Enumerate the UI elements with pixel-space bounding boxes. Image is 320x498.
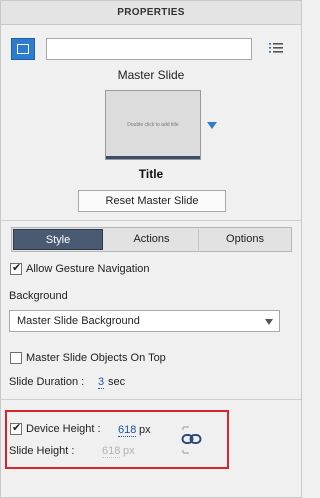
slide-height-value: 618: [102, 445, 121, 458]
device-height-unit: px: [139, 424, 151, 436]
properties-panel: PROPERTIES Master Slide Double click to …: [0, 0, 302, 498]
property-tabs: Style Actions Options: [11, 227, 292, 252]
divider: [1, 220, 301, 221]
master-slide-label: Master Slide: [117, 68, 185, 82]
background-select-value: Master Slide Background: [17, 315, 140, 327]
slide-duration-value[interactable]: 3: [98, 376, 105, 389]
master-slide-name: Title: [138, 167, 164, 181]
chevron-down-icon: [265, 319, 273, 325]
master-objects-label: Master Slide Objects On Top: [26, 352, 166, 364]
allow-gesture-checkbox[interactable]: ✔: [10, 262, 22, 275]
chain-link-icon[interactable]: [181, 426, 203, 454]
panel-header: PROPERTIES: [1, 1, 301, 25]
panel-title: PROPERTIES: [117, 7, 185, 18]
divider: [1, 399, 301, 400]
device-height-label: Device Height :: [26, 423, 101, 435]
background-select[interactable]: Master Slide Background: [9, 310, 280, 332]
master-objects-checkbox[interactable]: [10, 352, 22, 364]
slide-height-unit: px: [123, 445, 135, 457]
slide-duration-label: Slide Duration :: [9, 376, 85, 388]
slide-duration-unit: sec: [108, 376, 126, 388]
device-height-value[interactable]: 618: [118, 424, 137, 437]
triangle-down-icon[interactable]: [207, 122, 217, 129]
checkmark-icon: ✔: [12, 262, 22, 274]
device-height-checkbox[interactable]: ✔: [10, 422, 22, 435]
thumbnail-footer-bar: [106, 156, 200, 159]
tab-style[interactable]: Style: [13, 229, 103, 250]
allow-gesture-label: Allow Gesture Navigation: [26, 263, 150, 275]
master-slide-thumbnail[interactable]: Double click to add title: [105, 90, 201, 160]
slide-type-button[interactable]: [11, 38, 35, 60]
background-label: Background: [9, 290, 68, 302]
checkmark-icon: ✔: [12, 422, 22, 434]
slide-name-input[interactable]: [46, 38, 252, 60]
thumbnail-placeholder-text: Double click to add title: [127, 122, 179, 128]
reset-master-slide-button[interactable]: Reset Master Slide: [78, 190, 226, 212]
list-menu-icon[interactable]: [269, 42, 285, 54]
tab-options[interactable]: Options: [198, 229, 291, 250]
slide-icon: [17, 44, 29, 54]
slide-height-label: Slide Height :: [9, 445, 75, 457]
tab-actions[interactable]: Actions: [105, 229, 198, 250]
